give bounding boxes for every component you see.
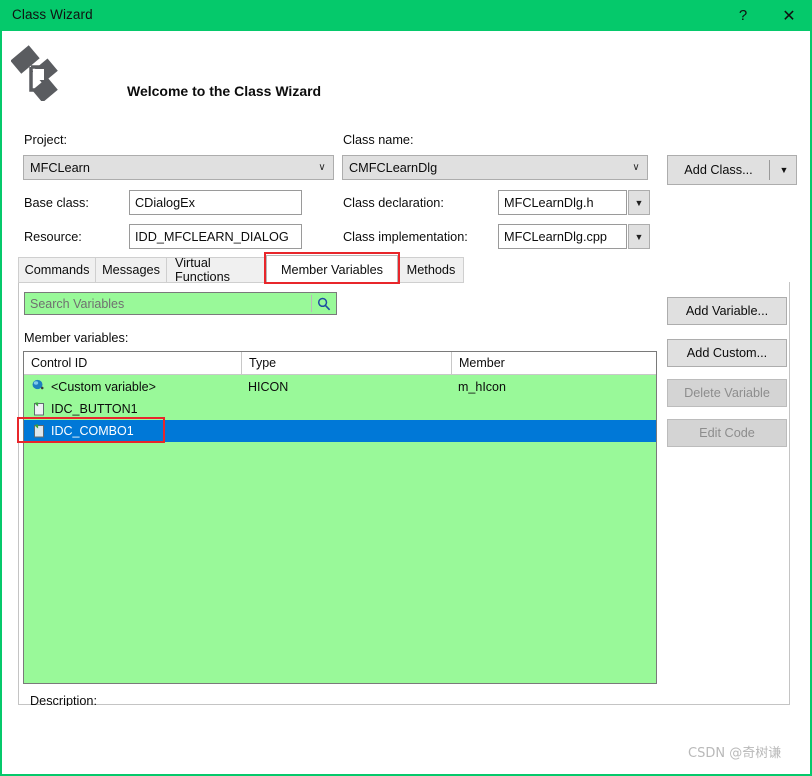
tab-commands[interactable]: Commands	[18, 257, 96, 283]
row-control-id: IDC_COMBO1	[31, 423, 134, 439]
tab-member-variables[interactable]: Member Variables	[266, 255, 398, 284]
project-combo-value: MFCLearn	[30, 160, 90, 175]
class-wizard-dialog: Class Wizard ? ✕ Welcome to the Class Wi…	[0, 0, 812, 776]
resource-field[interactable]: IDD_MFCLEARN_DIALOG	[129, 224, 302, 249]
list-header: Control ID Type Member	[24, 352, 656, 375]
row-member: m_hIcon	[458, 380, 506, 394]
table-row[interactable]: <Custom variable> HICON m_hIcon	[24, 376, 656, 398]
tab-label: Methods	[406, 263, 456, 277]
project-label: Project:	[24, 133, 68, 147]
row-control-id-text: <Custom variable>	[51, 380, 156, 394]
control-icon	[31, 401, 47, 417]
class-wizard-icon	[11, 45, 58, 101]
row-control-id-text: IDC_BUTTON1	[51, 402, 138, 416]
resource-label: Resource:	[24, 230, 82, 244]
header-banner: Welcome to the Class Wizard	[2, 31, 810, 119]
add-class-button[interactable]: Add Class... ▼	[667, 155, 797, 185]
row-control-id-text: IDC_COMBO1	[51, 424, 134, 438]
class-declaration-label: Class declaration:	[343, 196, 444, 210]
edit-code-button: Edit Code	[667, 419, 787, 447]
chevron-down-icon: ▼	[779, 165, 789, 175]
search-input[interactable]: Search Variables	[25, 297, 311, 311]
chevron-down-icon: ∨	[632, 161, 640, 173]
class-declaration-dropdown[interactable]: ▼	[628, 190, 650, 215]
tab-label: Messages	[102, 263, 160, 277]
delete-variable-button: Delete Variable	[667, 379, 787, 407]
member-variables-list[interactable]: Control ID Type Member <Custom variable>…	[23, 351, 657, 684]
base-class-field[interactable]: CDialogEx	[129, 190, 302, 215]
tab-virtual-functions[interactable]: Virtual Functions	[166, 257, 276, 283]
close-icon[interactable]: ✕	[766, 0, 812, 31]
class-declaration-field[interactable]: MFCLearnDlg.h	[498, 190, 627, 215]
tab-label: Commands	[24, 263, 90, 277]
row-control-id: <Custom variable>	[31, 379, 156, 395]
project-combo[interactable]: MFCLearn ∨	[23, 155, 334, 180]
custom-variable-icon	[31, 379, 47, 395]
help-icon[interactable]: ?	[720, 0, 766, 31]
member-variables-label: Member variables:	[24, 331, 129, 345]
row-type: HICON	[248, 380, 289, 394]
tab-label: Member Variables	[280, 262, 383, 277]
column-header-control-id[interactable]: Control ID	[24, 352, 240, 374]
add-class-button-label: Add Class...	[684, 163, 753, 177]
control-icon	[31, 423, 47, 439]
row-control-id: IDC_BUTTON1	[31, 401, 138, 417]
table-row[interactable]: IDC_BUTTON1	[24, 398, 656, 420]
search-variables-box[interactable]: Search Variables	[24, 292, 337, 315]
watermark: CSDN @奇树谦	[688, 746, 782, 761]
welcome-heading: Welcome to the Class Wizard	[127, 83, 322, 99]
class-name-combo[interactable]: CMFCLearnDlg ∨	[342, 155, 648, 180]
column-header-type[interactable]: Type	[242, 352, 450, 374]
window-title: Class Wizard	[12, 7, 93, 22]
class-implementation-dropdown[interactable]: ▼	[628, 224, 650, 249]
column-header-member[interactable]: Member	[452, 352, 656, 374]
class-implementation-field[interactable]: MFCLearnDlg.cpp	[498, 224, 627, 249]
tab-label: Virtual Functions	[175, 257, 231, 283]
class-name-combo-value: CMFCLearnDlg	[349, 160, 438, 175]
title-bar: Class Wizard ? ✕	[0, 0, 812, 31]
chevron-down-icon: ∨	[318, 161, 326, 173]
class-implementation-label: Class implementation:	[343, 230, 468, 244]
table-row[interactable]: IDC_COMBO1	[24, 420, 656, 442]
tab-messages[interactable]: Messages	[95, 257, 167, 283]
add-variable-button[interactable]: Add Variable...	[667, 297, 787, 325]
base-class-label: Base class:	[24, 196, 89, 210]
search-icon[interactable]	[312, 297, 336, 311]
class-name-label: Class name:	[343, 133, 414, 147]
add-custom-button[interactable]: Add Custom...	[667, 339, 787, 367]
dialog-footer: OK Cancel Apply	[2, 706, 810, 772]
tab-methods[interactable]: Methods	[398, 257, 464, 283]
divider	[769, 160, 770, 180]
